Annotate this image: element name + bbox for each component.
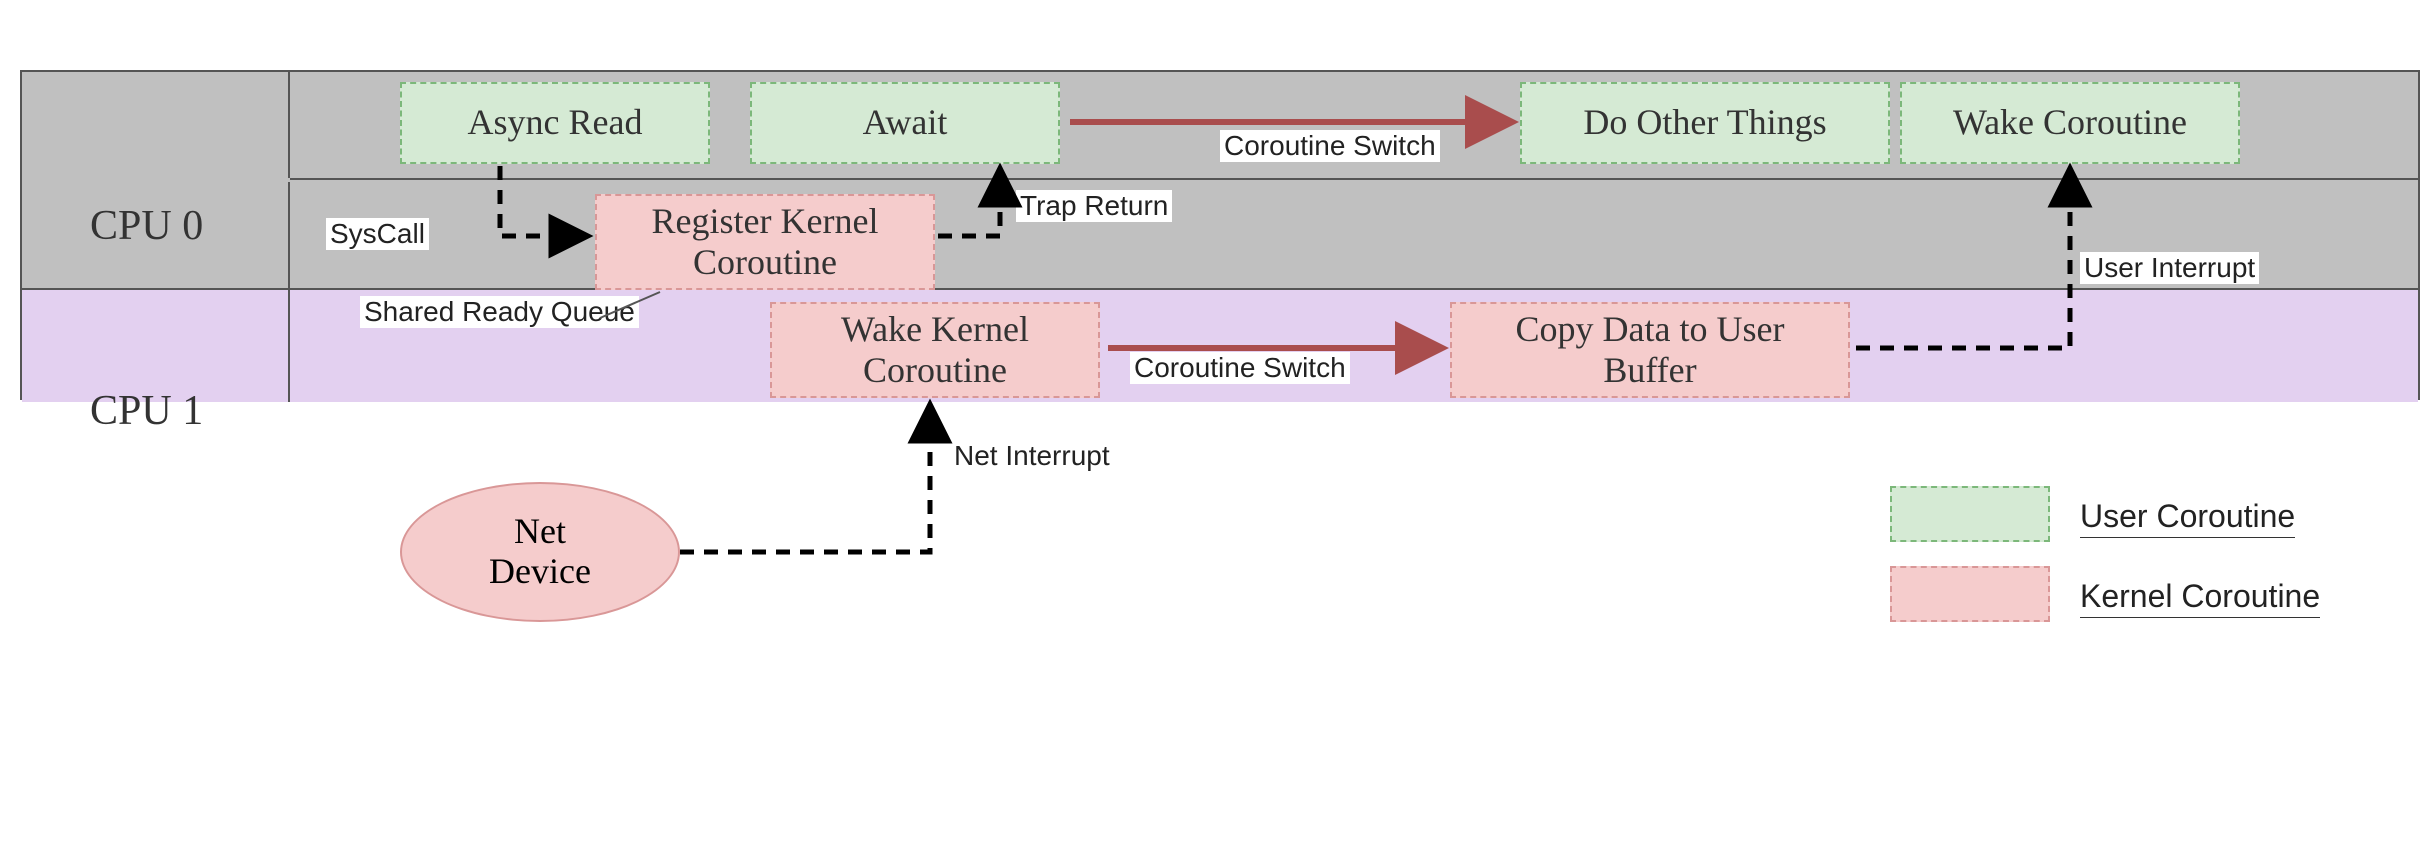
box-wake-kernel-coroutine: Wake Kernel Coroutine — [770, 302, 1100, 398]
arrow-net-interrupt — [680, 406, 930, 552]
legend-text-user: User Coroutine — [2080, 498, 2295, 538]
legend-swatch-kernel — [1890, 566, 2050, 622]
box-register-kernel-coroutine: Register Kernel Coroutine — [595, 194, 935, 290]
box-copy-data: Copy Data to User Buffer — [1450, 302, 1850, 398]
label-user-interrupt: User Interrupt — [2080, 252, 2259, 284]
box-await: Await — [750, 82, 1060, 164]
cpu1-label: CPU 1 — [90, 387, 203, 435]
cpu0-label: CPU 0 — [90, 202, 203, 250]
label-net-interrupt: Net Interrupt — [950, 440, 1114, 472]
box-do-other: Do Other Things — [1520, 82, 1890, 164]
cpu0-cell-merge-patch — [22, 178, 290, 182]
cpu1-cell — [22, 290, 290, 402]
label-coroutine-switch-2: Coroutine Switch — [1130, 352, 1350, 384]
label-shared-ready-queue: Shared Ready Queue — [360, 296, 639, 328]
net-device-ellipse: Net Device — [400, 482, 680, 622]
legend-swatch-user — [1890, 486, 2050, 542]
label-syscall: SysCall — [326, 218, 429, 250]
label-trap-return: Trap Return — [1016, 190, 1172, 222]
box-wake-coroutine: Wake Coroutine — [1900, 82, 2240, 164]
label-coroutine-switch-1: Coroutine Switch — [1220, 130, 1440, 162]
box-async-read: Async Read — [400, 82, 710, 164]
legend-text-kernel: Kernel Coroutine — [2080, 578, 2320, 618]
cpu0-cell-top — [22, 72, 290, 178]
